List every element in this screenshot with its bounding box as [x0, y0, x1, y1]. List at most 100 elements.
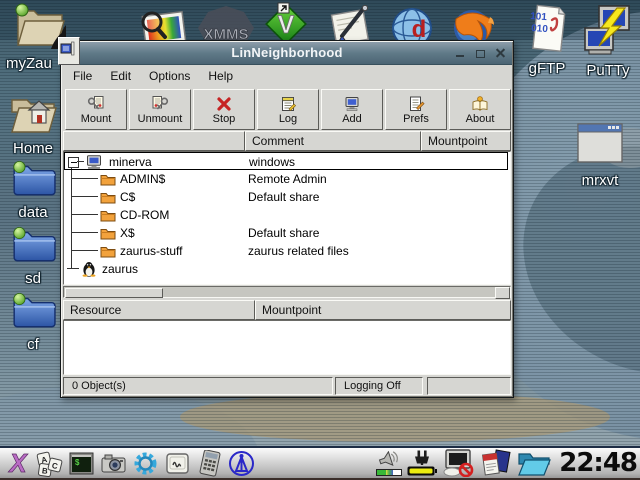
share-name: C$ — [120, 190, 135, 204]
column-header-name[interactable] — [63, 131, 245, 151]
stop-x-icon — [215, 95, 233, 113]
svg-text:d: d — [412, 16, 427, 43]
unmount-button[interactable]: Unmount — [129, 89, 191, 130]
add-button[interactable]: Add — [321, 89, 383, 130]
terminal-icon: $ — [68, 450, 95, 477]
status-logging: Logging Off — [335, 377, 423, 395]
input-key-button[interactable] — [164, 450, 191, 477]
network-tree: minerva windows ADMIN$ Remote Admin C$ D… — [63, 151, 511, 285]
pda-keypad-button[interactable] — [196, 450, 223, 477]
desktop: myZau XMMS V — [0, 0, 640, 480]
svg-text:$: $ — [75, 458, 80, 467]
about-book-icon — [471, 95, 489, 113]
window-menu-icon[interactable] — [58, 37, 80, 65]
keypad-icon — [197, 450, 223, 477]
linneighborhood-window: LinNeighborhood File Edit Options Help — [60, 40, 514, 398]
desktop-icon-label: PuTTy — [578, 62, 638, 79]
menu-edit[interactable]: Edit — [106, 67, 135, 85]
button-label: Add — [342, 114, 362, 125]
button-label: Stop — [213, 114, 236, 125]
tree-row-admin-share[interactable]: ADMIN$ Remote Admin — [64, 170, 508, 188]
share-name: CD-ROM — [120, 208, 169, 222]
open-folder-icon — [516, 448, 552, 478]
files-folder-applet[interactable] — [516, 450, 552, 477]
close-icon[interactable] — [495, 48, 506, 59]
maximize-icon[interactable] — [475, 48, 486, 59]
minimize-icon[interactable] — [455, 48, 466, 59]
gear-icon — [132, 450, 159, 477]
menu-file[interactable]: File — [69, 67, 96, 85]
share-name: ADMIN$ — [120, 172, 165, 186]
desktop-icon-label: sd — [2, 270, 64, 287]
tree-row-zaurus[interactable]: zaurus — [64, 260, 508, 278]
power-applet[interactable] — [407, 450, 437, 476]
about-button[interactable]: About — [449, 89, 511, 130]
taskbar-launchers: X A B C $ — [0, 450, 255, 477]
title-bar[interactable]: LinNeighborhood — [62, 42, 512, 65]
column-header-resource[interactable]: Resource — [63, 300, 255, 320]
share-name: X$ — [120, 226, 135, 240]
gftp-icon: 101 010 — [525, 4, 569, 54]
tree-row-x-share[interactable]: X$ Default share — [64, 224, 508, 242]
data-folder-icon — [10, 158, 56, 198]
share-comment: zaurus related files — [248, 244, 349, 258]
desktop-icon-cf[interactable]: cf — [2, 290, 64, 353]
taskbar: X A B C $ — [0, 446, 640, 480]
unmount-key-icon — [151, 95, 169, 113]
button-label: Prefs — [403, 114, 429, 125]
tree-row-zaurus-stuff-share[interactable]: zaurus-stuff zaurus related files — [64, 242, 508, 260]
desktop-icon-label: mrxvt — [568, 172, 632, 189]
display-applet[interactable] — [442, 450, 476, 477]
desktop-icon-home[interactable]: Home — [2, 90, 64, 157]
keyboard-abc-button[interactable]: A B C — [36, 450, 63, 477]
folder-icon — [100, 244, 116, 258]
button-label: Unmount — [138, 114, 183, 125]
share-comment: Default share — [248, 190, 319, 204]
collapse-icon[interactable] — [68, 157, 79, 168]
power-plug-icon — [409, 450, 435, 465]
column-header-comment[interactable]: Comment — [245, 131, 421, 151]
scrollbar-thumb[interactable] — [65, 288, 163, 298]
desktop-icon-mrxvt[interactable]: mrxvt — [568, 122, 632, 189]
column-header-mountpoint-lower[interactable]: Mountpoint — [255, 300, 511, 320]
menu-bar: File Edit Options Help — [63, 65, 511, 86]
home-folder-icon — [8, 90, 58, 134]
antenna-icon — [228, 450, 255, 477]
svg-text:010: 010 — [531, 23, 549, 35]
desktop-icon-gftp[interactable]: 101 010 gFTP — [514, 4, 580, 77]
log-button[interactable]: Log — [257, 89, 319, 130]
folder-icon — [100, 172, 116, 186]
mounted-shares-list[interactable] — [63, 320, 511, 375]
share-name: zaurus-stuff — [120, 244, 182, 258]
cf-folder-icon — [10, 290, 56, 330]
stop-button[interactable]: Stop — [193, 89, 255, 130]
horizontal-scrollbar[interactable] — [63, 286, 511, 298]
host-name: zaurus — [102, 262, 138, 276]
menu-help[interactable]: Help — [204, 67, 237, 85]
tree-row-cdrom-share[interactable]: CD-ROM — [64, 206, 508, 224]
menu-options[interactable]: Options — [145, 67, 194, 85]
x11-button[interactable]: X — [4, 450, 31, 477]
status-objects: 0 Object(s) — [63, 377, 333, 395]
window-title: LinNeighborhood — [62, 45, 512, 60]
settings-gear-button[interactable] — [132, 450, 159, 477]
desktop-icon-sd[interactable]: sd — [2, 224, 64, 287]
mount-button[interactable]: Mount — [65, 89, 127, 130]
memory-cards-applet[interactable] — [481, 450, 511, 477]
svg-text:V: V — [278, 11, 295, 39]
desktop-icon-data[interactable]: data — [2, 158, 64, 221]
computer-icon — [85, 155, 103, 169]
wireless-antenna-button[interactable] — [228, 450, 255, 477]
folder-icon — [100, 226, 116, 240]
terminal-button[interactable]: $ — [68, 450, 95, 477]
mrxvt-icon — [576, 122, 624, 166]
screenshot-camera-button[interactable] — [100, 450, 127, 477]
desktop-icon-putty[interactable]: PuTTy — [578, 4, 638, 79]
prefs-button[interactable]: Prefs — [385, 89, 447, 130]
svg-text:X: X — [7, 450, 28, 477]
scrollbar-corner[interactable] — [495, 287, 510, 299]
volume-applet[interactable] — [376, 451, 402, 476]
tree-row-c-share[interactable]: C$ Default share — [64, 188, 508, 206]
tree-row-minerva[interactable]: minerva windows — [64, 152, 508, 170]
column-header-mountpoint[interactable]: Mountpoint — [421, 131, 511, 151]
